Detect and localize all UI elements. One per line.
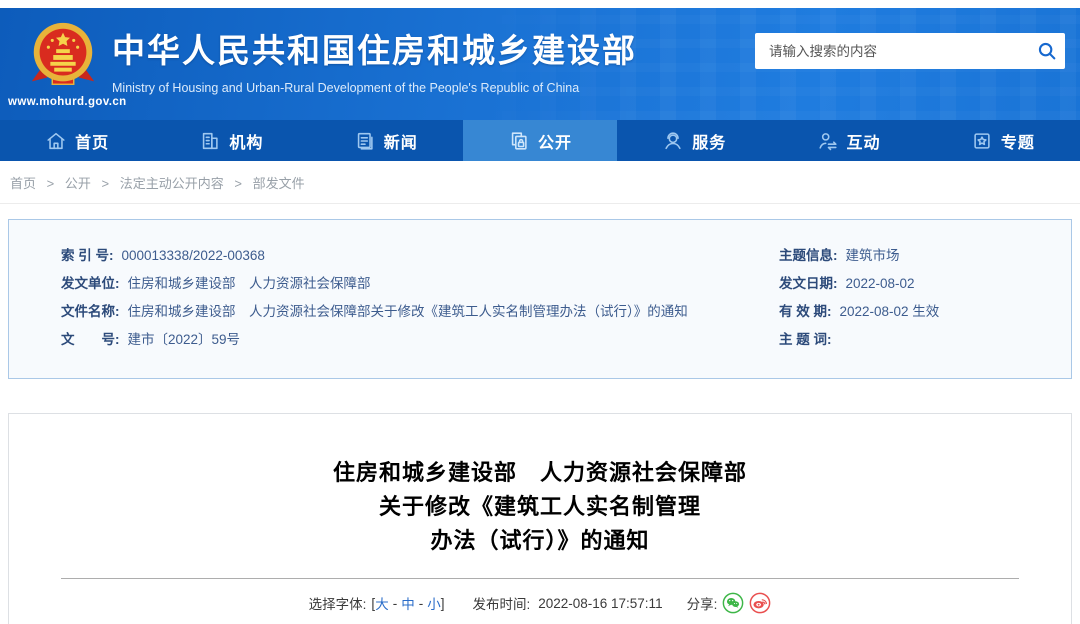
tab-interaction[interactable]: 互动 xyxy=(771,120,925,161)
tab-news[interactable]: 新闻 xyxy=(309,120,463,161)
topic-icon xyxy=(971,130,993,152)
tab-disclosure[interactable]: 公开 xyxy=(462,120,618,161)
meta-row-issue-date: 发文日期: 2022-08-02 xyxy=(779,270,1065,298)
news-icon xyxy=(354,130,376,152)
breadcrumb-item-ministry-documents[interactable]: 部发文件 xyxy=(253,176,305,191)
publish-time-value: 2022-08-16 17:57:11 xyxy=(538,595,663,611)
meta-label: 主 题 词: xyxy=(779,332,832,347)
meta-value: 2022-08-02 生效 xyxy=(839,304,940,319)
article-toolbar: 选择字体: [ 大 - 中 - 小 ] 发布时间: 2022-08-16 17:… xyxy=(9,592,1071,614)
site-url: www.mohurd.gov.cn xyxy=(8,96,127,108)
article-title-line: 关于修改《建筑工人实名制管理 xyxy=(378,494,701,519)
site-subtitle: Ministry of Housing and Urban-Rural Deve… xyxy=(112,81,580,95)
meta-row-index-number: 索 引 号: 000013338/2022-00368 xyxy=(61,242,779,270)
tab-label: 服务 xyxy=(692,134,727,152)
document-meta-box: 索 引 号: 000013338/2022-00368 发文单位: 住房和城乡建… xyxy=(8,219,1072,379)
font-size-large[interactable]: 大 xyxy=(375,593,389,613)
meta-row-document-name: 文件名称: 住房和城乡建设部 人力资源社会保障部关于修改《建筑工人实名制管理办法… xyxy=(61,298,779,326)
meta-label: 有 效 期: xyxy=(779,304,832,319)
tab-label: 新闻 xyxy=(383,134,418,152)
meta-value: 建市〔2022〕59号 xyxy=(127,332,241,347)
tab-label: 公开 xyxy=(537,134,572,152)
meta-value: 住房和城乡建设部 人力资源社会保障部 xyxy=(127,276,371,291)
breadcrumb-item-home[interactable]: 首页 xyxy=(10,176,36,191)
breadcrumb-separator: > xyxy=(46,176,55,191)
search-box xyxy=(755,33,1065,69)
breadcrumb: 首页 > 公开 > 法定主动公开内容 > 部发文件 xyxy=(0,161,1080,204)
meta-row-effective-date: 有 效 期: 2022-08-02 生效 xyxy=(779,298,1065,326)
publish-time-label: 发布时间: xyxy=(472,597,531,612)
tab-topics[interactable]: 专题 xyxy=(926,120,1080,161)
browser-top-strip xyxy=(0,0,1080,8)
service-icon xyxy=(662,130,684,152)
meta-label: 发文单位: xyxy=(61,276,120,291)
main-nav: 首页 机构 新闻 公开 服务 互动 专题 xyxy=(0,120,1080,161)
site-header: www.mohurd.gov.cn 中华人民共和国住房和城乡建设部 Minist… xyxy=(0,8,1080,120)
breadcrumb-item-statutory-disclosure[interactable]: 法定主动公开内容 xyxy=(120,176,224,191)
breadcrumb-item-disclosure[interactable]: 公开 xyxy=(65,176,91,191)
tab-label: 机构 xyxy=(229,134,264,152)
meta-label: 索 引 号: xyxy=(61,248,114,263)
building-icon xyxy=(199,130,221,152)
meta-label: 文 号: xyxy=(61,332,120,347)
breadcrumb-separator: > xyxy=(234,176,242,191)
meta-label: 发文日期: xyxy=(779,276,838,291)
search-input[interactable] xyxy=(755,43,1029,59)
tab-label: 首页 xyxy=(75,134,110,152)
font-size-dash: - xyxy=(392,595,398,611)
meta-value: 000013338/2022-00368 xyxy=(121,248,265,263)
tab-label: 专题 xyxy=(1000,134,1035,152)
title-divider xyxy=(61,578,1019,579)
share-label: 分享: xyxy=(686,597,718,612)
wechat-share-icon[interactable] xyxy=(722,592,744,614)
disclosure-icon xyxy=(508,130,530,152)
tab-institutions[interactable]: 机构 xyxy=(154,120,308,161)
meta-row-topic-info: 主题信息: 建筑市场 xyxy=(779,242,1065,270)
meta-row-issuing-unit: 发文单位: 住房和城乡建设部 人力资源社会保障部 xyxy=(61,270,779,298)
tab-label: 互动 xyxy=(846,134,881,152)
site-title: 中华人民共和国住房和城乡建设部 xyxy=(112,32,637,69)
weibo-share-icon[interactable] xyxy=(749,592,771,614)
breadcrumb-separator: > xyxy=(101,176,110,191)
font-size-small[interactable]: 小 xyxy=(427,593,441,613)
interaction-icon xyxy=(817,130,839,152)
meta-label: 主题信息: xyxy=(779,248,838,263)
article-title-line: 住房和城乡建设部 人力资源社会保障部 xyxy=(332,460,747,485)
tab-services[interactable]: 服务 xyxy=(617,120,771,161)
font-size-medium[interactable]: 中 xyxy=(401,593,415,613)
meta-row-document-number: 文 号: 建市〔2022〕59号 xyxy=(61,326,779,354)
search-icon[interactable] xyxy=(1029,40,1065,62)
meta-value: 建筑市场 xyxy=(845,248,900,263)
tab-home[interactable]: 首页 xyxy=(0,120,154,161)
font-size-label: 选择字体: xyxy=(308,597,367,612)
meta-label: 文件名称: xyxy=(61,304,120,319)
font-size-dash: - xyxy=(418,595,424,611)
meta-value: 2022-08-02 xyxy=(845,276,915,291)
national-emblem xyxy=(24,16,102,96)
font-size-bracket-close: ] xyxy=(440,595,445,611)
home-icon xyxy=(45,130,67,152)
article-title: 住房和城乡建设部 人力资源社会保障部 关于修改《建筑工人实名制管理 办法（试行）… xyxy=(9,456,1071,558)
article-title-line: 办法（试行）》的通知 xyxy=(430,528,650,553)
article-box: 住房和城乡建设部 人力资源社会保障部 关于修改《建筑工人实名制管理 办法（试行）… xyxy=(8,413,1072,624)
meta-value: 住房和城乡建设部 人力资源社会保障部关于修改《建筑工人实名制管理办法（试行）》的… xyxy=(127,304,688,319)
meta-row-keywords: 主 题 词: xyxy=(779,326,1065,354)
